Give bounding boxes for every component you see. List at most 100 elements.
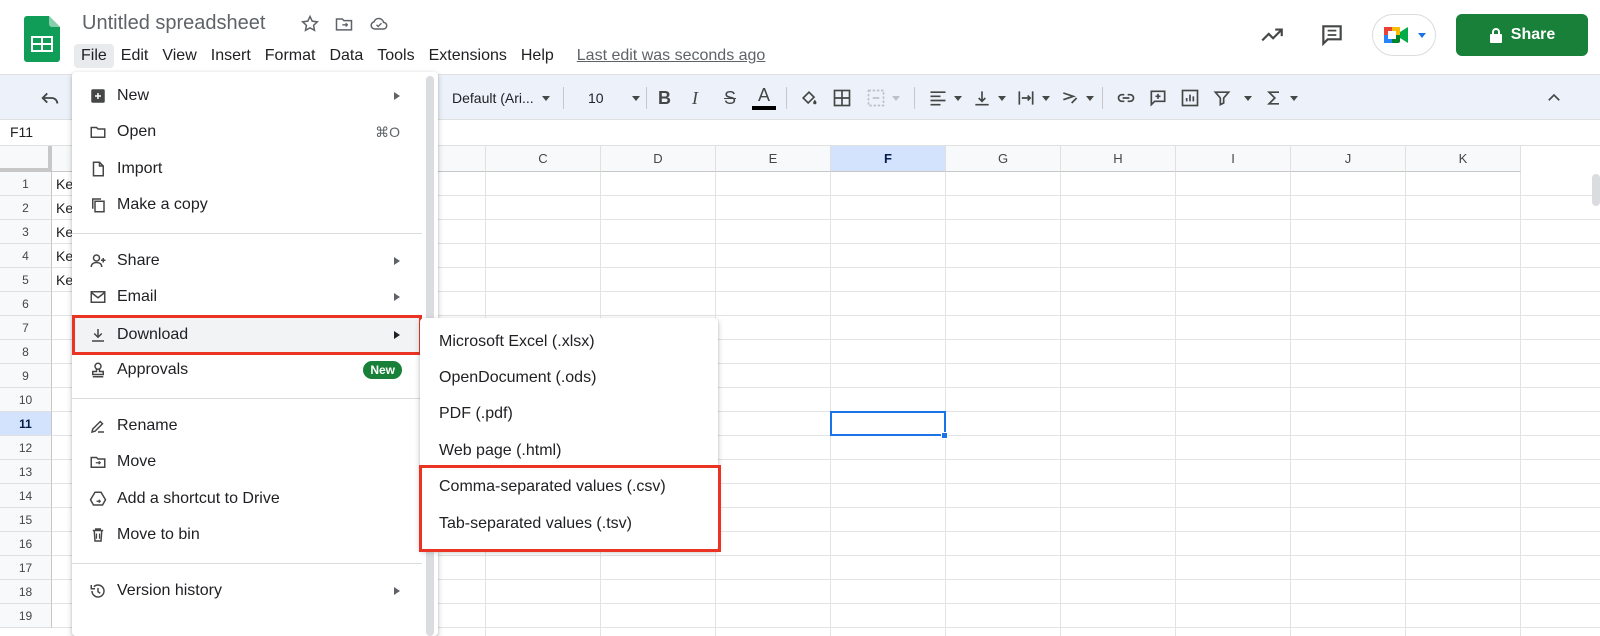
row-header-12[interactable]: 12 bbox=[0, 436, 52, 460]
column-header-e[interactable]: E bbox=[716, 146, 831, 172]
move-folder-icon[interactable] bbox=[334, 14, 354, 34]
cell-a4[interactable]: Ke bbox=[56, 248, 73, 264]
font-size-select[interactable]: 10 bbox=[588, 75, 640, 121]
menu-item-import[interactable]: Import bbox=[72, 151, 422, 187]
cell-a2[interactable]: Ke bbox=[56, 200, 73, 216]
row-header-4[interactable]: 4 bbox=[0, 244, 52, 268]
star-icon[interactable] bbox=[300, 14, 320, 34]
select-all-corner[interactable] bbox=[0, 146, 52, 172]
menu-insert[interactable]: Insert bbox=[204, 44, 258, 68]
fill-color-icon bbox=[797, 86, 821, 110]
column-header-g[interactable]: G bbox=[946, 146, 1061, 172]
menu-item-move-to-bin[interactable]: Move to bin bbox=[72, 517, 422, 553]
row-header-7[interactable]: 7 bbox=[0, 316, 52, 340]
row-header-11[interactable]: 11 bbox=[0, 412, 52, 436]
row-header-6[interactable]: 6 bbox=[0, 292, 52, 316]
menu-item-version-history[interactable]: Version history bbox=[72, 573, 422, 609]
text-color-button[interactable]: A bbox=[752, 75, 776, 121]
row-header-8[interactable]: 8 bbox=[0, 340, 52, 364]
document-title[interactable]: Untitled spreadsheet bbox=[82, 12, 265, 35]
row-header-3[interactable]: 3 bbox=[0, 220, 52, 244]
download-xlsx[interactable]: Microsoft Excel (.xlsx) bbox=[420, 324, 718, 360]
column-header-k[interactable]: K bbox=[1406, 146, 1521, 172]
italic-button[interactable]: I bbox=[692, 75, 698, 121]
merge-cells-button[interactable] bbox=[864, 75, 900, 121]
row-header-19[interactable]: 19 bbox=[0, 604, 52, 628]
column-header-d[interactable]: D bbox=[601, 146, 716, 172]
download-html[interactable]: Web page (.html) bbox=[420, 433, 718, 469]
meet-button[interactable] bbox=[1372, 14, 1436, 56]
activity-dashboard-button[interactable] bbox=[1252, 15, 1292, 55]
row-header-16[interactable]: 16 bbox=[0, 532, 52, 556]
download-pdf[interactable]: PDF (.pdf) bbox=[420, 396, 718, 432]
filter-button[interactable] bbox=[1210, 75, 1252, 121]
grid-column-line bbox=[1405, 172, 1406, 636]
share-button[interactable]: Share bbox=[1456, 14, 1588, 56]
column-header-j[interactable]: J bbox=[1291, 146, 1406, 172]
text-wrapping-button[interactable] bbox=[1014, 75, 1050, 121]
cell-a1[interactable]: Ke bbox=[56, 176, 73, 192]
vertical-align-button[interactable] bbox=[970, 75, 1006, 121]
collapse-toolbar-button[interactable] bbox=[1542, 75, 1566, 121]
row-header-13[interactable]: 13 bbox=[0, 460, 52, 484]
menu-item-share[interactable]: Share bbox=[72, 243, 422, 279]
strikethrough-button[interactable]: S bbox=[724, 75, 736, 121]
undo-button[interactable] bbox=[38, 75, 62, 121]
fill-handle[interactable] bbox=[941, 432, 948, 439]
column-header-f[interactable]: F bbox=[831, 146, 946, 172]
sheets-logo-icon[interactable] bbox=[24, 16, 60, 62]
font-size-value: 10 bbox=[588, 90, 604, 106]
comments-button[interactable] bbox=[1312, 15, 1352, 55]
row-header-14[interactable]: 14 bbox=[0, 484, 52, 508]
last-edit-link[interactable]: Last edit was seconds ago bbox=[577, 47, 766, 65]
insert-chart-button[interactable] bbox=[1178, 75, 1202, 121]
chevron-down-icon bbox=[1290, 95, 1298, 101]
menu-data[interactable]: Data bbox=[322, 44, 370, 68]
menu-item-add-shortcut[interactable]: Add a shortcut to Drive bbox=[72, 481, 422, 517]
functions-button[interactable] bbox=[1262, 75, 1298, 121]
toolbar-divider bbox=[786, 87, 787, 109]
column-header-i[interactable]: I bbox=[1176, 146, 1291, 172]
borders-button[interactable] bbox=[830, 75, 854, 121]
insert-link-button[interactable] bbox=[1114, 75, 1138, 121]
menu-help[interactable]: Help bbox=[514, 44, 561, 68]
grid-column-line bbox=[945, 172, 946, 636]
row-header-5[interactable]: 5 bbox=[0, 268, 52, 292]
insert-comment-button[interactable] bbox=[1146, 75, 1170, 121]
column-header-c[interactable]: C bbox=[486, 146, 601, 172]
menu-extensions[interactable]: Extensions bbox=[422, 44, 514, 68]
menu-item-make-a-copy[interactable]: Make a copy bbox=[72, 187, 422, 223]
menu-edit[interactable]: Edit bbox=[114, 44, 156, 68]
cloud-saved-icon[interactable] bbox=[368, 14, 390, 34]
cell-a5[interactable]: Ke bbox=[56, 272, 73, 288]
history-icon bbox=[88, 581, 108, 601]
row-header-10[interactable]: 10 bbox=[0, 388, 52, 412]
menu-file[interactable]: File bbox=[74, 44, 114, 68]
menu-item-move[interactable]: Move bbox=[72, 444, 422, 480]
bold-button[interactable]: B bbox=[658, 75, 671, 121]
row-header-18[interactable]: 18 bbox=[0, 580, 52, 604]
horizontal-align-button[interactable] bbox=[926, 75, 962, 121]
menu-item-rename[interactable]: Rename bbox=[72, 408, 422, 444]
menu-view[interactable]: View bbox=[155, 44, 203, 68]
cell-a3[interactable]: Ke bbox=[56, 224, 73, 240]
selected-cell[interactable] bbox=[830, 411, 946, 436]
row-header-2[interactable]: 2 bbox=[0, 196, 52, 220]
fill-color-button[interactable] bbox=[797, 75, 821, 121]
menu-format[interactable]: Format bbox=[258, 44, 323, 68]
menu-item-approvals[interactable]: Approvals New bbox=[72, 352, 422, 388]
download-ods[interactable]: OpenDocument (.ods) bbox=[420, 360, 718, 396]
vertical-scrollbar[interactable] bbox=[1592, 174, 1600, 206]
menu-item-new[interactable]: New bbox=[72, 78, 422, 114]
row-header-9[interactable]: 9 bbox=[0, 364, 52, 388]
row-header-15[interactable]: 15 bbox=[0, 508, 52, 532]
menu-tools[interactable]: Tools bbox=[370, 44, 421, 68]
menu-item-email[interactable]: Email bbox=[72, 279, 422, 315]
row-header-17[interactable]: 17 bbox=[0, 556, 52, 580]
font-family-select[interactable]: Default (Ari... bbox=[452, 75, 550, 121]
column-header-h[interactable]: H bbox=[1061, 146, 1176, 172]
name-box[interactable]: F11 bbox=[10, 124, 33, 140]
row-header-1[interactable]: 1 bbox=[0, 172, 52, 196]
text-rotation-button[interactable] bbox=[1058, 75, 1094, 121]
menu-item-open[interactable]: Open ⌘O bbox=[72, 114, 422, 150]
